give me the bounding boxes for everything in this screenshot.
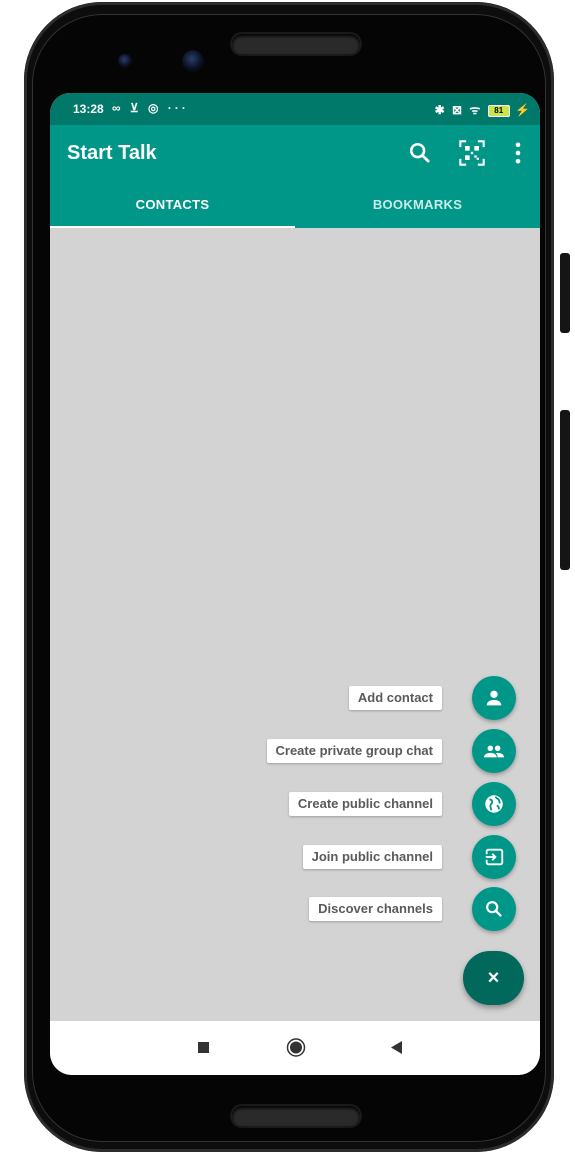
qr-code-scan-icon[interactable] <box>458 139 486 167</box>
back-button[interactable] <box>378 1021 418 1075</box>
add-contact-button[interactable] <box>472 676 516 720</box>
discover-channels-button[interactable] <box>472 887 516 931</box>
create-public-channel-button[interactable] <box>472 782 516 826</box>
create-private-group-chat-label[interactable]: Create private group chat <box>266 739 442 763</box>
home-button[interactable] <box>276 1021 316 1075</box>
close-fab-menu-button[interactable]: × <box>463 951 524 1005</box>
create-private-group-chat-button[interactable] <box>472 729 516 773</box>
recents-button[interactable] <box>184 1021 224 1075</box>
app-title: Start Talk <box>67 142 157 164</box>
join-public-channel-label[interactable]: Join public channel <box>302 845 442 869</box>
tab-bookmarks-label: BOOKMARKS <box>372 197 463 212</box>
discover-channels-label[interactable]: Discover channels <box>309 897 442 921</box>
home-circle-icon <box>286 1038 306 1057</box>
phone-earpiece <box>232 34 360 54</box>
join-public-channel-button[interactable] <box>472 835 516 879</box>
phone-volume-button <box>560 410 570 570</box>
battery-icon: 81 <box>487 104 510 117</box>
add-contact-label[interactable]: Add contact <box>348 686 442 710</box>
device-screen: 13:28 ∞ ⊻ ◎ ··· ✱ ⊠ ᯤ 81 ⚡ Start Talk CO… <box>50 93 540 1075</box>
back-triangle-icon <box>391 1041 402 1054</box>
tab-contacts[interactable]: CONTACTS <box>50 181 295 228</box>
tab-contacts-label: CONTACTS <box>135 197 210 212</box>
front-sensor <box>118 54 132 68</box>
more-vert-icon[interactable] <box>504 139 532 167</box>
phone-bottom-speaker <box>232 1106 360 1126</box>
close-icon: × <box>487 967 500 989</box>
system-nav-bar <box>50 1021 540 1075</box>
recents-square-icon <box>198 1042 209 1053</box>
status-time: 13:28 <box>73 102 104 116</box>
contacts-list-area <box>50 228 540 1021</box>
tab-bookmarks[interactable]: BOOKMARKS <box>295 181 540 228</box>
tab-bar: CONTACTS BOOKMARKS <box>50 181 540 228</box>
charging-icon: ⚡ <box>515 103 532 117</box>
status-system-icons: ✱ ⊠ ᯤ 81 ⚡ <box>435 101 532 118</box>
create-public-channel-label[interactable]: Create public channel <box>288 792 442 816</box>
battery-level: 81 <box>494 105 504 115</box>
status-notification-icons: ∞ ⊻ ◎ ··· <box>112 101 189 115</box>
status-bar: 13:28 ∞ ⊻ ◎ ··· ✱ ⊠ ᯤ 81 ⚡ <box>50 93 540 125</box>
app-toolbar: Start Talk <box>50 125 540 181</box>
front-camera <box>182 50 204 72</box>
search-icon[interactable] <box>406 139 434 167</box>
status-connectivity-icons: ✱ ⊠ ᯤ <box>434 103 483 117</box>
phone-power-button <box>560 253 570 333</box>
